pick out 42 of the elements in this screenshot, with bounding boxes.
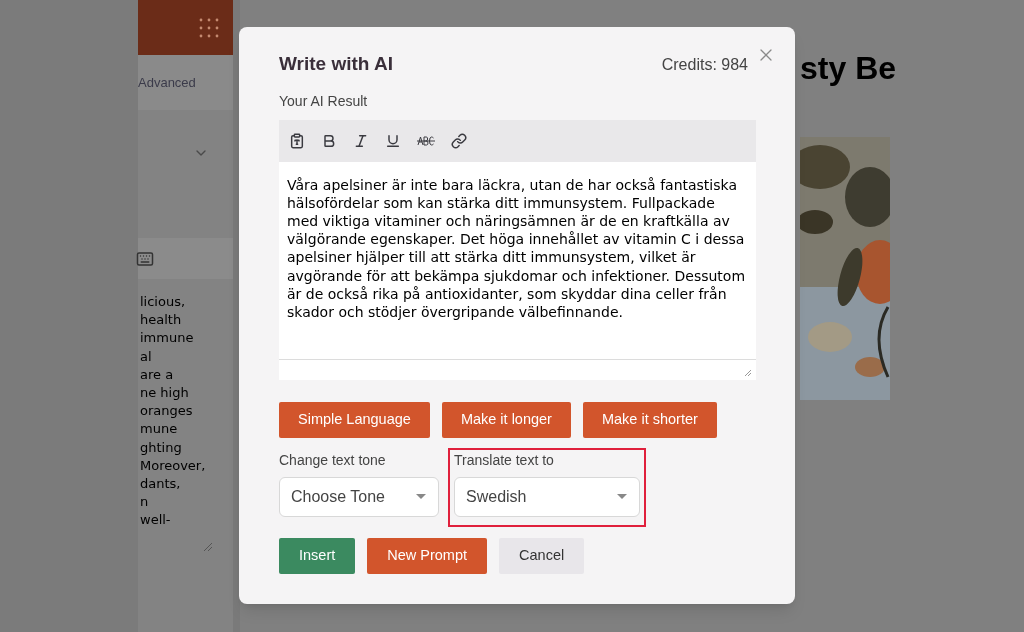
body-text-line: Moreover, [140, 456, 207, 475]
field-label: Your AI Result [279, 91, 369, 111]
result-text: Våra apelsiner är inte bara läckra, utan de har också fantastiska hälsofördelar som kan stärka ditt immunsystem. Fullpackade med viktiga vitaminer och näringsämnen är de en kraftkälla av välgörande egenskaper. Det höga innehållet av vitamin C i dessa apelsiner hjälper till att stärka ditt immunsystem, vilket är avgörande för att bekämpa sjukdomar och infektioner. Dessutom är de också rika på antioxidanter, som skyddar dina celler från skador och stödjer övergripande välbefinnande. [287, 175, 747, 322]
rewrite-button[interactable]: Make it shorter [582, 401, 717, 438]
dropdown-select[interactable]: Swedish [454, 476, 640, 517]
link-icon[interactable] [451, 132, 467, 149]
caret-icon [617, 494, 627, 499]
dialog-title: Write with AI [279, 52, 393, 76]
dropdown-select[interactable]: Choose Tone [279, 476, 439, 517]
italic-icon[interactable] [353, 132, 369, 149]
caret-icon [416, 494, 426, 499]
body-text-line: al [140, 347, 153, 366]
rewrite-button[interactable]: Simple Language [279, 401, 430, 438]
underline-icon[interactable] [385, 132, 401, 149]
field-label: Change text tone [279, 450, 387, 470]
body-text-line: mune [140, 420, 179, 439]
action-button[interactable]: Insert [279, 537, 356, 574]
cancel-button[interactable]: Cancel [499, 537, 585, 574]
grid-dots-icon[interactable] [199, 17, 219, 38]
resize-handle-icon[interactable] [744, 368, 752, 377]
body-text-line: ghting [140, 438, 183, 457]
body-text-line: licious, [140, 293, 187, 311]
rich-text-editor[interactable] [279, 119, 756, 380]
field-label: Translate text to [454, 450, 555, 470]
body-text-line: immune [140, 329, 195, 348]
strikethrough-icon[interactable] [417, 135, 435, 146]
keyboard-icon[interactable] [136, 249, 154, 268]
body-text-line: dants, [140, 475, 182, 494]
action-button[interactable]: New Prompt [367, 537, 488, 574]
body-text-line: ne high [140, 384, 190, 402]
body-text-line: well- [140, 511, 172, 530]
body-text-line: n [140, 493, 150, 512]
paste-icon[interactable] [289, 132, 305, 149]
advanced-tab[interactable]: Advanced [138, 55, 233, 110]
page-heading: sty Be [800, 49, 898, 88]
credits-count: Credits: 984 [661, 55, 748, 75]
body-text-line: health [140, 311, 183, 330]
body-text-line: oranges [140, 402, 194, 421]
rewrite-button[interactable]: Make it longer [441, 401, 571, 438]
bold-icon[interactable] [321, 132, 337, 149]
body-text-line: are a [140, 365, 175, 384]
resize-handle-icon[interactable] [203, 541, 213, 552]
